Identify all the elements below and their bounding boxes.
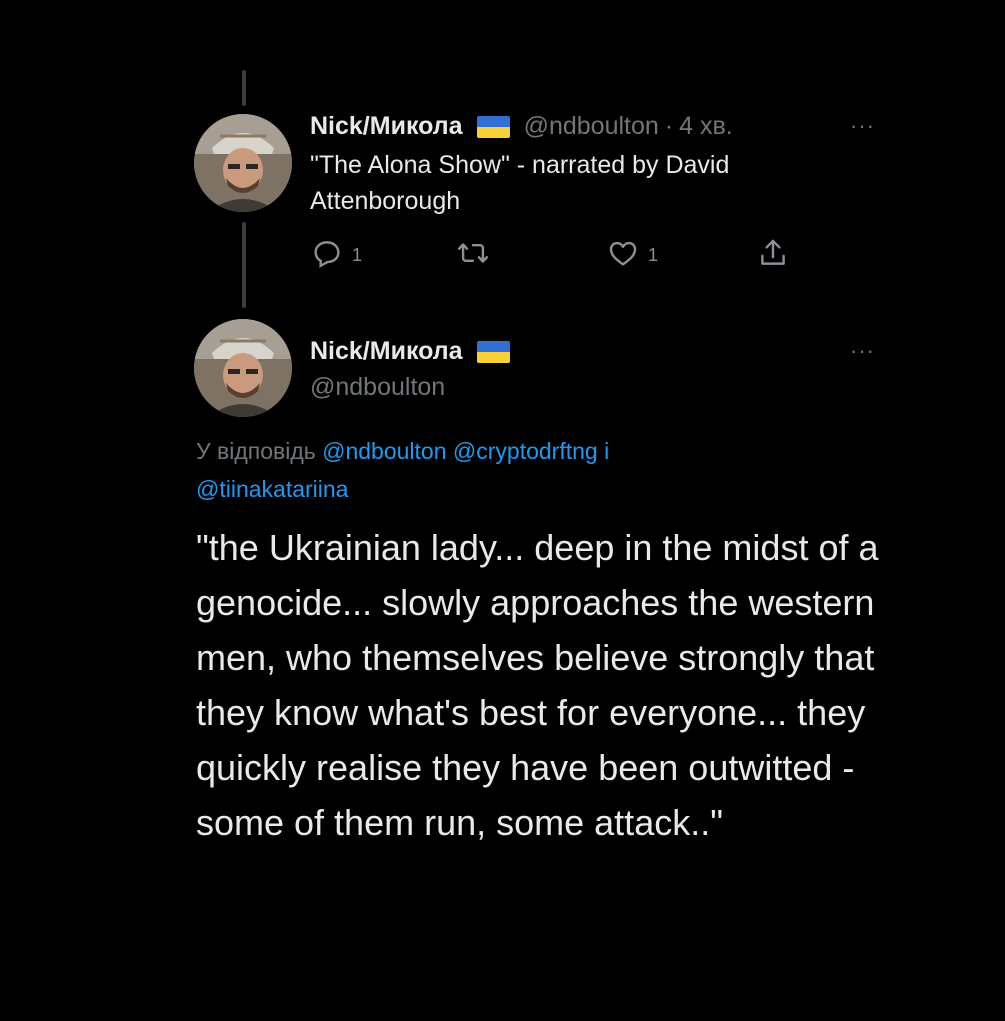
- retweet-icon: [456, 236, 490, 275]
- avatar[interactable]: [194, 114, 292, 212]
- mention-link[interactable]: @tiinakatariina: [196, 476, 348, 502]
- reply-count: 1: [352, 245, 363, 265]
- avatar[interactable]: [194, 319, 292, 417]
- retweet-button[interactable]: [456, 236, 490, 275]
- ukraine-flag-icon: [476, 115, 510, 138]
- handle[interactable]: @ndboulton: [310, 373, 445, 402]
- reply-prefix: У відповідь: [196, 438, 316, 464]
- share-icon: [756, 236, 790, 275]
- main-tweet-handle-row: @ndboulton: [310, 373, 445, 402]
- parent-tweet-text: "The Alona Show" - narrated by David Att…: [310, 151, 730, 215]
- parent-tweet-header: Nick/Микола @ndboulton · 4 хв.: [310, 112, 733, 141]
- more-icon[interactable]: ···: [850, 338, 875, 364]
- thread-line-bottom: [242, 222, 246, 308]
- display-name[interactable]: Nick/Микола: [310, 112, 463, 141]
- reply-conjunction: і: [604, 438, 610, 464]
- like-count: 1: [648, 245, 659, 265]
- like-icon: [606, 236, 640, 275]
- avatar-image: [194, 114, 292, 212]
- reply-context: У відповідь @ndboulton @cryptodrftng і @…: [196, 432, 796, 508]
- reply-icon: [310, 236, 344, 275]
- handle[interactable]: @ndboulton: [524, 112, 659, 141]
- parent-tweet-actions: 1 1: [310, 236, 790, 276]
- main-tweet-name-row: Nick/Микола: [310, 337, 510, 366]
- ukraine-flag-icon: [476, 340, 510, 363]
- mention-link[interactable]: @ndboulton: [322, 438, 446, 464]
- reply-button[interactable]: 1: [310, 236, 362, 275]
- main-tweet-text: "the Ukrainian lady... deep in the midst…: [196, 527, 879, 843]
- display-name[interactable]: Nick/Микола: [310, 337, 463, 366]
- more-icon[interactable]: ···: [850, 113, 875, 139]
- mention-link[interactable]: @cryptodrftng: [453, 438, 598, 464]
- like-button[interactable]: 1: [606, 236, 658, 275]
- share-button[interactable]: [756, 236, 790, 275]
- thread-line-top: [242, 70, 246, 106]
- time-separator: ·: [664, 112, 674, 140]
- timestamp[interactable]: 4 хв.: [679, 112, 733, 141]
- avatar-image: [194, 319, 292, 417]
